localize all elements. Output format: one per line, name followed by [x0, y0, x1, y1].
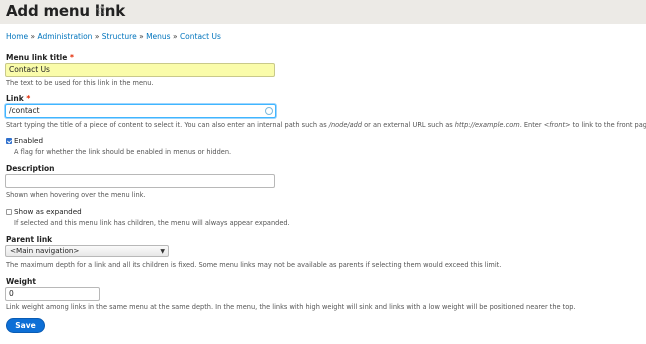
show-as-expanded-label[interactable]: Show as expanded: [14, 207, 82, 216]
link-desc-front: <front>: [543, 121, 571, 129]
menu-link-title-label-text: Menu link title: [6, 53, 68, 62]
link-desc-mid2: . Enter: [519, 121, 544, 129]
breadcrumb-menus[interactable]: Menus: [146, 32, 171, 41]
required-marker: *: [26, 94, 31, 103]
enabled-label[interactable]: Enabled: [14, 136, 43, 145]
breadcrumb-separator: »: [94, 32, 100, 41]
breadcrumb-contact-us[interactable]: Contact Us: [180, 32, 221, 41]
link-input-value: /contact: [9, 106, 40, 115]
save-button[interactable]: Save: [6, 318, 45, 333]
link-input[interactable]: /contact: [5, 104, 276, 118]
weight-description: Link weight among links in the same menu…: [6, 303, 576, 311]
required-marker: *: [69, 53, 74, 62]
parent-link-label: Parent link: [6, 235, 53, 244]
description-input[interactable]: [5, 174, 275, 188]
description-field-description: Shown when hovering over the menu link.: [6, 191, 146, 199]
link-description: Start typing the title of a piece of con…: [6, 121, 646, 129]
menu-link-title-input[interactable]: Contact Us: [5, 63, 275, 77]
show-as-expanded-description: If selected and this menu link has child…: [14, 219, 290, 227]
menu-link-title-description: The text to be used for this link in the…: [6, 79, 154, 87]
parent-link-selected: <Main navigation>: [10, 246, 80, 255]
menu-link-title-label: Menu link title *: [6, 53, 74, 62]
autocomplete-icon: [265, 107, 273, 115]
link-desc-suffix: to link to the front page.: [570, 121, 646, 129]
link-desc-path: /node/add: [328, 121, 363, 129]
link-desc-url: http://example.com: [454, 121, 520, 129]
breadcrumb-separator: »: [172, 32, 178, 41]
breadcrumb-separator: »: [139, 32, 144, 41]
breadcrumb: Home » Administration » Structure » Menu…: [6, 32, 221, 41]
link-label: Link *: [6, 94, 30, 103]
breadcrumb-administration[interactable]: Administration: [38, 32, 93, 41]
parent-link-description: The maximum depth for a link and all its…: [6, 261, 502, 269]
breadcrumb-separator: »: [30, 32, 36, 41]
page-header: Add menu link ☆: [0, 0, 646, 24]
chevron-down-icon: ▼: [160, 248, 165, 255]
enabled-checkbox[interactable]: [6, 138, 12, 144]
weight-input[interactable]: 0: [5, 287, 100, 301]
parent-link-select[interactable]: <Main navigation> ▼: [5, 245, 169, 257]
show-as-expanded-checkbox[interactable]: [6, 209, 12, 215]
weight-label: Weight: [6, 277, 36, 286]
star-icon[interactable]: ☆: [95, 3, 108, 19]
breadcrumb-home[interactable]: Home: [6, 32, 28, 41]
link-desc-prefix: Start typing the title of a piece of con…: [6, 121, 329, 129]
breadcrumb-structure[interactable]: Structure: [102, 32, 137, 41]
link-desc-mid: or an external URL such as: [362, 121, 455, 129]
enabled-description: A flag for whether the link should be en…: [14, 148, 232, 156]
link-label-text: Link: [6, 94, 24, 103]
description-label: Description: [6, 164, 55, 173]
